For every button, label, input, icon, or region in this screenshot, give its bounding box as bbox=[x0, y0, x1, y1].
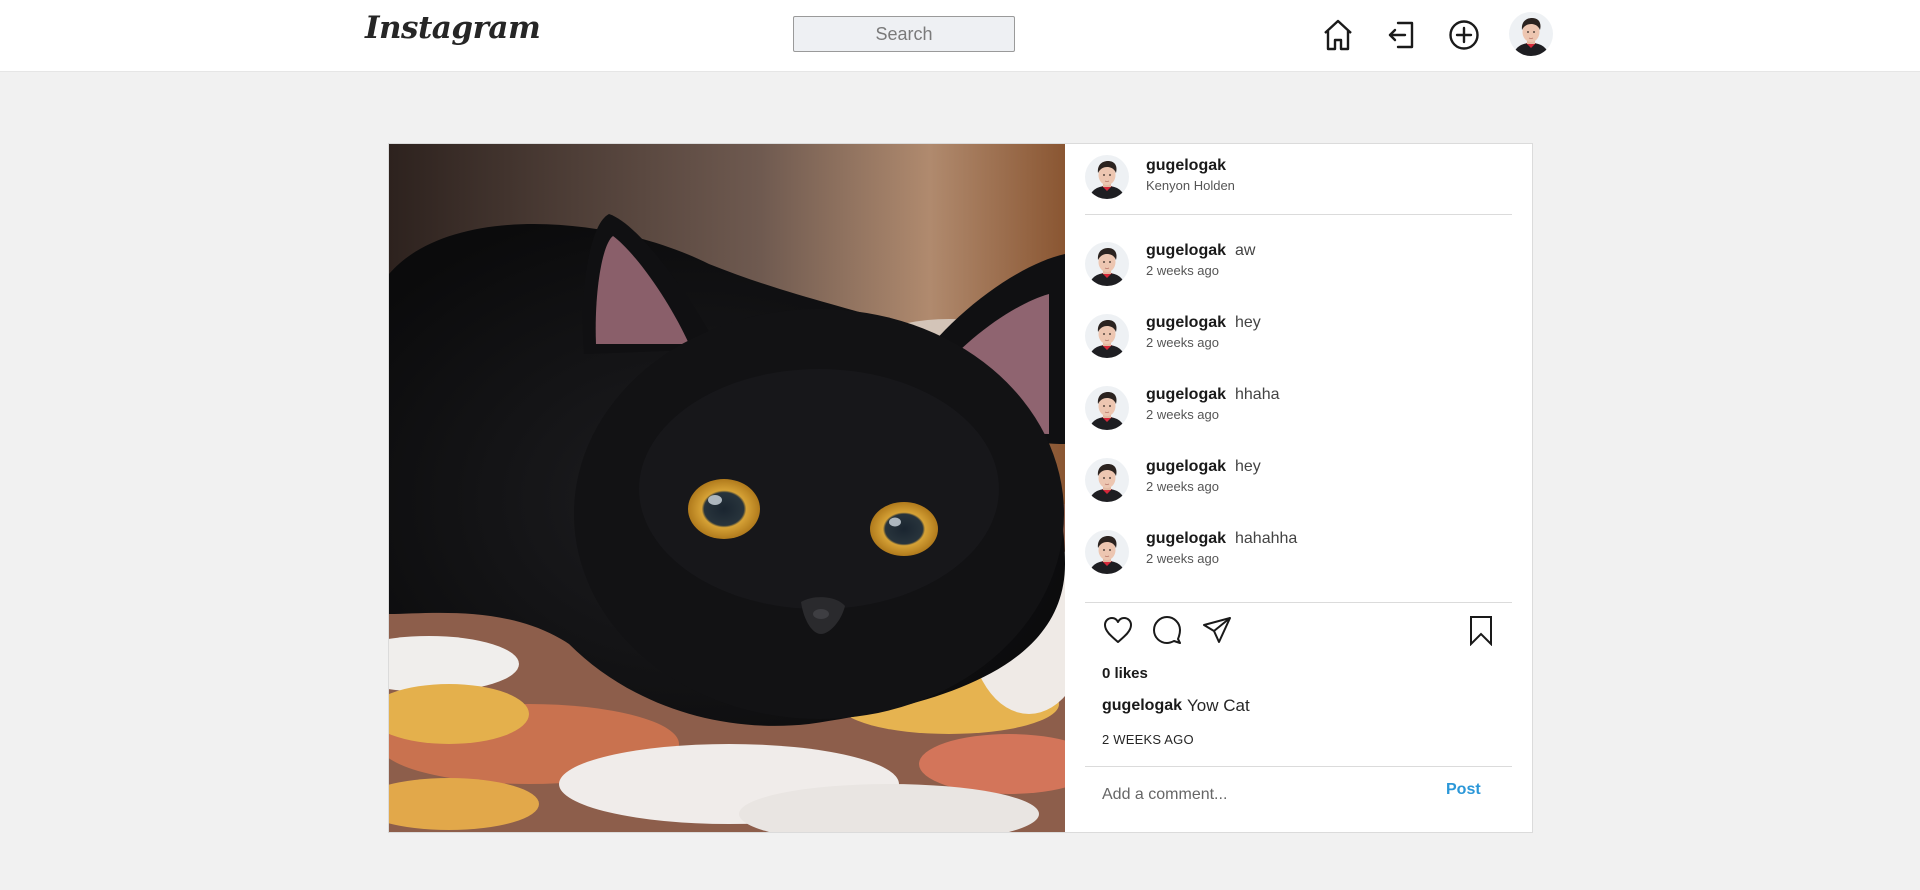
comment-username[interactable]: gugelogak bbox=[1146, 458, 1226, 476]
comment-time: 2 weeks ago bbox=[1146, 263, 1219, 278]
instagram-logo[interactable]: Instagram bbox=[365, 10, 541, 46]
add-post-icon[interactable] bbox=[1446, 17, 1482, 53]
post-card: gugelogak Kenyon Holden gugelogak aw 2 w… bbox=[388, 143, 1533, 833]
comment-text: hey bbox=[1235, 314, 1261, 331]
comment-item: gugelogak hey 2 weeks ago bbox=[1065, 458, 1532, 518]
owner-username[interactable]: gugelogak bbox=[1146, 157, 1226, 175]
comment-text: hey bbox=[1235, 458, 1261, 475]
comment-icon[interactable] bbox=[1151, 614, 1183, 646]
caption-username[interactable]: gugelogak bbox=[1102, 697, 1182, 715]
add-comment-input[interactable] bbox=[1102, 782, 1432, 808]
share-icon[interactable] bbox=[1201, 614, 1233, 646]
comment-item: gugelogak hhaha 2 weeks ago bbox=[1065, 386, 1532, 446]
header-divider bbox=[1085, 214, 1512, 215]
comment-item: gugelogak hey 2 weeks ago bbox=[1065, 314, 1532, 374]
comment-time: 2 weeks ago bbox=[1146, 479, 1219, 494]
comment-item: gugelogak hahahha 2 weeks ago bbox=[1065, 530, 1532, 590]
comment-username[interactable]: gugelogak bbox=[1146, 242, 1226, 260]
post-details-panel: gugelogak Kenyon Holden gugelogak aw 2 w… bbox=[1065, 144, 1532, 832]
comment-username[interactable]: gugelogak bbox=[1146, 314, 1226, 332]
comment-box-divider bbox=[1085, 766, 1512, 767]
comment-username[interactable]: gugelogak bbox=[1146, 530, 1226, 548]
comment-username[interactable]: gugelogak bbox=[1146, 386, 1226, 404]
comment-time: 2 weeks ago bbox=[1146, 551, 1219, 566]
bookmark-icon[interactable] bbox=[1465, 614, 1497, 647]
heart-icon[interactable] bbox=[1102, 614, 1134, 646]
comment-text: hahahha bbox=[1235, 530, 1298, 547]
comment-avatar[interactable] bbox=[1085, 458, 1129, 502]
post-comment-button[interactable]: Post bbox=[1446, 781, 1481, 799]
comment-avatar[interactable] bbox=[1085, 242, 1129, 286]
comment-time: 2 weeks ago bbox=[1146, 407, 1219, 422]
owner-avatar[interactable] bbox=[1085, 155, 1129, 199]
post-timestamp: 2 WEEKS AGO bbox=[1102, 732, 1194, 747]
caption-text: Yow Cat bbox=[1187, 696, 1250, 715]
comment-text: hhaha bbox=[1235, 386, 1280, 403]
logout-icon[interactable] bbox=[1384, 17, 1420, 53]
comment-avatar[interactable] bbox=[1085, 314, 1129, 358]
post-image bbox=[389, 144, 1065, 832]
owner-full-name: Kenyon Holden bbox=[1146, 178, 1235, 193]
comment-time: 2 weeks ago bbox=[1146, 335, 1219, 350]
home-icon[interactable] bbox=[1320, 17, 1356, 53]
comment-text: aw bbox=[1235, 242, 1256, 259]
likes-count[interactable]: 0 likes bbox=[1102, 665, 1148, 682]
comments-divider bbox=[1085, 602, 1512, 603]
comment-avatar[interactable] bbox=[1085, 386, 1129, 430]
comment-avatar[interactable] bbox=[1085, 530, 1129, 574]
profile-avatar[interactable] bbox=[1509, 12, 1553, 56]
comment-item: gugelogak aw 2 weeks ago bbox=[1065, 242, 1532, 302]
search-input[interactable] bbox=[793, 16, 1015, 52]
top-navbar: Instagram bbox=[0, 0, 1920, 72]
